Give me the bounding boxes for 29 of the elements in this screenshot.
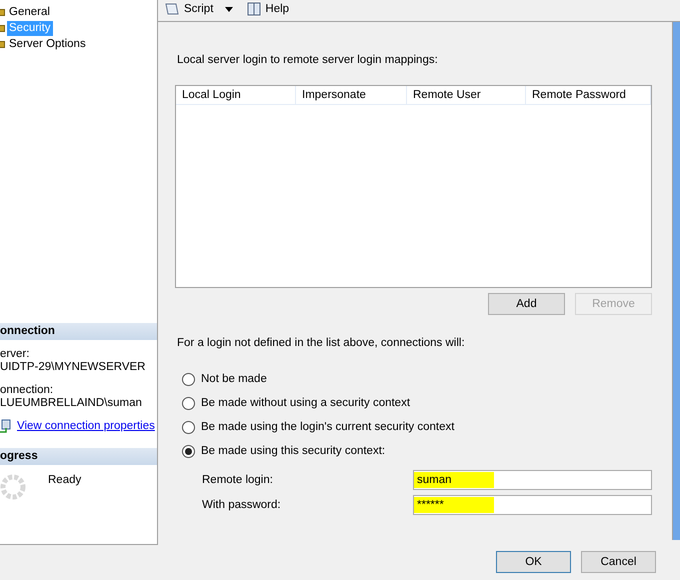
section-header: ogress — [0, 448, 157, 465]
toolbar-button[interactable]: Help — [247, 2, 290, 16]
connection-name: LUEUMBRELLAIND\suman — [0, 397, 143, 410]
input-field[interactable]: suman — [413, 470, 652, 490]
connection-label: onnection: — [0, 384, 54, 397]
column-header: Local Login — [176, 86, 296, 104]
section-header: onnection — [0, 323, 157, 340]
cancel-button[interactable]: Cancel — [581, 551, 656, 573]
sidebar-item[interactable]: General — [7, 5, 52, 20]
field-label: With password: — [202, 499, 281, 511]
ok-button[interactable]: OK — [496, 551, 571, 573]
add-button[interactable]: Add — [488, 293, 565, 315]
toolbar-button[interactable]: Script — [164, 2, 234, 16]
radio-option[interactable]: Be made using the login's current security context — [182, 419, 652, 435]
field-label: Remote login: — [202, 474, 273, 486]
connections-label: For a login not defined in the list above, connections will: — [177, 337, 466, 349]
column-header: Remote Password — [526, 86, 651, 104]
status-text: Ready — [48, 474, 82, 488]
radio-option[interactable]: Not be made — [182, 371, 652, 387]
server-name: UIDTP-29\MYNEWSERVER — [0, 361, 146, 374]
column-header: Impersonate — [296, 86, 407, 104]
server-label: erver: — [0, 348, 30, 361]
radio-option[interactable]: Be made without using a security context — [182, 395, 652, 411]
mappings-label: Local server login to remote server login mappings: — [177, 54, 439, 66]
column-header: Remote User — [407, 86, 526, 104]
input-field[interactable]: ****** — [413, 495, 652, 515]
sidebar-item[interactable]: Server Options — [7, 37, 88, 52]
radio-option[interactable]: Be made using this security context: — [182, 443, 652, 459]
view-properties-link[interactable]: View connection properties — [17, 420, 155, 432]
